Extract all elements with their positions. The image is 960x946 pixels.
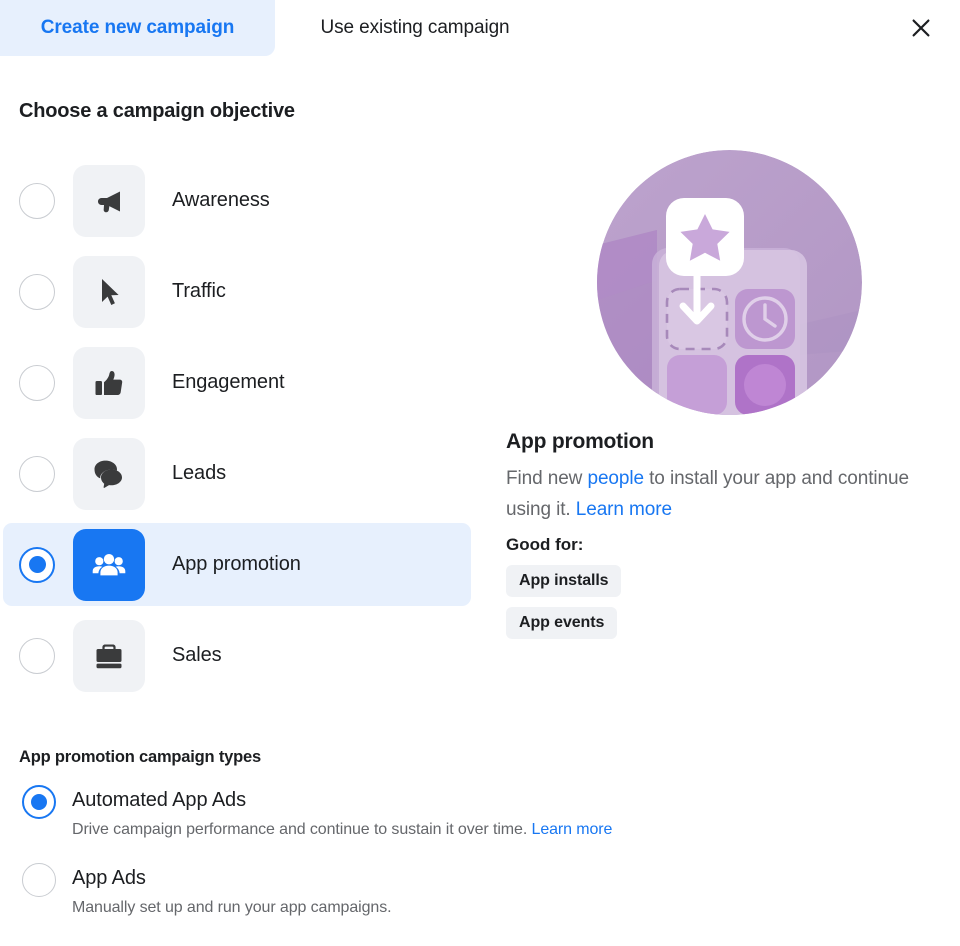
- campaign-type-radio-automated-app-ads[interactable]: [22, 785, 56, 819]
- good-for-label: Good for:: [506, 535, 584, 554]
- objective-row-awareness[interactable]: Awareness: [0, 155, 480, 246]
- good-for-chips: App installs App events: [506, 565, 946, 649]
- campaign-type-desc-text: Drive campaign performance and continue …: [72, 821, 532, 838]
- detail-title: App promotion: [506, 430, 654, 453]
- campaign-type-label-automated-app-ads: Automated App Ads: [72, 789, 246, 811]
- objective-radio-engagement[interactable]: [19, 364, 55, 401]
- objective-label-awareness: Awareness: [172, 189, 270, 211]
- objective-icon-tile-sales: [73, 619, 145, 692]
- objective-row-engagement[interactable]: Engagement: [0, 337, 480, 428]
- campaign-type-row-app-ads[interactable]: App Ads Manually set up and run your app…: [0, 863, 820, 919]
- chip-app-installs: App installs: [506, 565, 622, 597]
- cursor-icon: [102, 278, 119, 305]
- objective-detail-panel: App promotion Find new people to install…: [506, 150, 946, 649]
- objective-row-app-promotion[interactable]: App promotion: [0, 519, 480, 610]
- objective-label-traffic: Traffic: [172, 280, 226, 302]
- people-link[interactable]: people: [587, 468, 644, 489]
- tab-use-existing-campaign-label: Use existing campaign: [320, 17, 510, 38]
- objective-radio-app-promotion[interactable]: [19, 546, 55, 583]
- megaphone-icon: [98, 191, 120, 212]
- campaign-type-desc-app-ads: Manually set up and run your app campaig…: [72, 897, 820, 919]
- objective-heading: Choose a campaign objective: [19, 100, 295, 122]
- objective-icon-tile-leads: [73, 437, 145, 510]
- objective-row-traffic[interactable]: Traffic: [0, 246, 480, 337]
- objective-label-engagement: Engagement: [172, 371, 285, 393]
- objective-radio-leads[interactable]: [19, 455, 55, 492]
- campaign-type-row-automated-app-ads[interactable]: Automated App Ads Drive campaign perform…: [0, 785, 820, 841]
- people-icon: [92, 553, 126, 575]
- campaign-types-heading: App promotion campaign types: [19, 748, 261, 766]
- tab-bar: Create new campaign Use existing campaig…: [0, 0, 960, 56]
- automated-app-ads-learn-more-link[interactable]: Learn more: [532, 821, 613, 838]
- learn-more-link[interactable]: Learn more: [576, 499, 672, 520]
- objective-radio-sales[interactable]: [19, 637, 55, 674]
- chip-row: App installs: [506, 565, 946, 607]
- chip-row: App events: [506, 607, 946, 649]
- campaign-type-radio-app-ads[interactable]: [22, 863, 56, 897]
- tab-create-new-campaign-label: Create new campaign: [40, 17, 235, 38]
- objective-icon-tile-app-promotion: [73, 528, 145, 601]
- objective-icon-tile-engagement: [73, 346, 145, 419]
- objective-icon-tile-traffic: [73, 255, 145, 328]
- objective-row-leads[interactable]: Leads: [0, 428, 480, 519]
- briefcase-icon: [96, 644, 122, 668]
- campaign-type-label-app-ads: App Ads: [72, 867, 146, 889]
- objective-row-sales[interactable]: Sales: [0, 610, 480, 701]
- objective-icon-tile-awareness: [73, 164, 145, 237]
- detail-description: Find new people to install your app and …: [506, 463, 916, 525]
- objective-radio-awareness[interactable]: [19, 182, 55, 219]
- close-icon: [912, 19, 930, 37]
- chip-app-events: App events: [506, 607, 618, 639]
- tab-use-existing-campaign[interactable]: Use existing campaign: [275, 0, 555, 56]
- close-button[interactable]: [902, 9, 940, 47]
- chat-bubble-icon: [94, 460, 122, 488]
- campaign-types-list: Automated App Ads Drive campaign perform…: [0, 785, 820, 941]
- thumbs-up-icon: [95, 370, 123, 395]
- campaign-type-desc-automated-app-ads: Drive campaign performance and continue …: [72, 819, 820, 841]
- detail-desc-part1: Find new: [506, 468, 588, 489]
- objective-label-sales: Sales: [172, 644, 222, 666]
- objective-list: Awareness Traffic Engagement Leads App p…: [0, 155, 480, 701]
- campaign-type-desc-text: Manually set up and run your app campaig…: [72, 899, 392, 916]
- app-promotion-illustration: [597, 150, 862, 415]
- tab-create-new-campaign[interactable]: Create new campaign: [0, 0, 275, 56]
- objective-label-leads: Leads: [172, 462, 226, 484]
- objective-radio-traffic[interactable]: [19, 273, 55, 310]
- objective-label-app-promotion: App promotion: [172, 553, 301, 575]
- app-promotion-illustration-svg: [597, 150, 862, 415]
